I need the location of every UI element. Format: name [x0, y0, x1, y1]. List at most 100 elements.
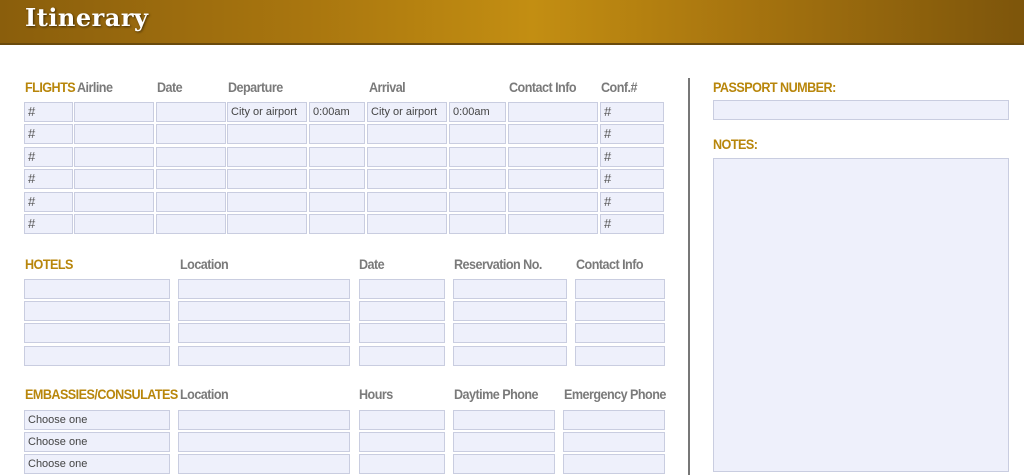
embassy-select[interactable]: Choose one — [24, 432, 170, 453]
departure-time-field[interactable] — [309, 169, 365, 190]
arrival-time-field[interactable] — [449, 169, 506, 190]
hotel-contact-field[interactable] — [575, 323, 665, 344]
departure-column-label: Departure — [228, 79, 283, 95]
embassies-section-label: EMBASSIES/CONSULATES — [25, 386, 178, 402]
airline-field[interactable] — [74, 214, 154, 234]
emergency-phone-column-label: Emergency Phone — [564, 386, 666, 402]
hotel-name-field[interactable] — [24, 323, 170, 344]
embassy-location-field[interactable] — [178, 432, 350, 453]
confirmation-number-field[interactable]: # — [600, 124, 664, 145]
arrival-city-field[interactable] — [367, 146, 447, 167]
airline-field[interactable] — [74, 191, 154, 212]
hours-field[interactable] — [359, 432, 445, 453]
embassy-select[interactable]: Choose one — [24, 454, 170, 475]
passport-number-field[interactable] — [713, 100, 1009, 120]
departure-city-field[interactable] — [227, 146, 307, 167]
confirmation-number-field[interactable]: # — [600, 191, 664, 212]
reservation-number-field[interactable] — [453, 345, 567, 366]
flight-number-field[interactable]: # — [24, 146, 73, 167]
hotel-contact-field[interactable] — [575, 345, 665, 366]
reservation-number-field[interactable] — [453, 279, 567, 299]
departure-city-field[interactable] — [227, 169, 307, 190]
flight-number-field[interactable]: # — [24, 102, 73, 122]
hotel-contact-field[interactable] — [575, 279, 665, 299]
departure-time-field[interactable] — [309, 124, 365, 145]
hours-field[interactable] — [359, 454, 445, 475]
departure-city-field[interactable] — [227, 191, 307, 212]
reservation-number-field[interactable] — [453, 323, 567, 344]
departure-city-field[interactable] — [227, 124, 307, 145]
arrival-time-field[interactable] — [449, 214, 506, 234]
hotel-location-field[interactable] — [178, 279, 350, 299]
emergency-phone-field[interactable] — [563, 410, 665, 430]
hotel-date-field[interactable] — [359, 301, 445, 322]
passport-number-label: PASSPORT NUMBER: — [713, 79, 836, 95]
hotel-location-column-label: Location — [180, 256, 229, 272]
reservation-number-field[interactable] — [453, 301, 567, 322]
arrival-city-field[interactable] — [367, 169, 447, 190]
emergency-phone-field[interactable] — [563, 432, 665, 453]
hotel-date-field[interactable] — [359, 323, 445, 344]
departure-time-field[interactable] — [309, 146, 365, 167]
departure-city-field[interactable]: City or airport — [227, 102, 307, 122]
arrival-city-field[interactable]: City or airport — [367, 102, 447, 122]
date-field[interactable] — [156, 214, 226, 234]
contact-info-field[interactable] — [508, 124, 598, 145]
contact-info-field[interactable] — [508, 146, 598, 167]
embassy-location-field[interactable] — [178, 454, 350, 475]
contact-info-field[interactable] — [508, 102, 598, 122]
airline-field[interactable] — [74, 146, 154, 167]
departure-time-field[interactable]: 0:00am — [309, 102, 365, 122]
column-divider — [688, 78, 690, 475]
flight-number-field[interactable]: # — [24, 124, 73, 145]
arrival-time-field[interactable] — [449, 191, 506, 212]
airline-field[interactable] — [74, 124, 154, 145]
contact-info-field[interactable] — [508, 191, 598, 212]
daytime-phone-field[interactable] — [453, 410, 555, 430]
hotel-name-field[interactable] — [24, 279, 170, 299]
date-field[interactable] — [156, 191, 226, 212]
hotel-date-field[interactable] — [359, 279, 445, 299]
embassy-select[interactable]: Choose one — [24, 410, 170, 430]
hotel-location-field[interactable] — [178, 345, 350, 366]
hotel-location-field[interactable] — [178, 301, 350, 322]
hotel-name-field[interactable] — [24, 345, 170, 366]
departure-time-field[interactable] — [309, 191, 365, 212]
flight-number-field[interactable]: # — [24, 191, 73, 212]
arrival-time-field[interactable]: 0:00am — [449, 102, 506, 122]
confirmation-column-label: Conf.# — [601, 79, 637, 95]
hotel-contact-field[interactable] — [575, 301, 665, 322]
hotel-date-field[interactable] — [359, 345, 445, 366]
departure-time-field[interactable] — [309, 214, 365, 234]
confirmation-number-field[interactable]: # — [600, 146, 664, 167]
flight-number-field[interactable]: # — [24, 214, 73, 234]
confirmation-number-field[interactable]: # — [600, 169, 664, 190]
arrival-time-field[interactable] — [449, 124, 506, 145]
date-field[interactable] — [156, 169, 226, 190]
airline-field[interactable] — [74, 169, 154, 190]
arrival-city-field[interactable] — [367, 214, 447, 234]
arrival-city-field[interactable] — [367, 191, 447, 212]
hotel-name-field[interactable] — [24, 301, 170, 322]
confirmation-number-field[interactable]: # — [600, 102, 664, 122]
header-bar: Itinerary — [0, 0, 1024, 45]
date-field[interactable] — [156, 102, 226, 122]
daytime-phone-field[interactable] — [453, 454, 555, 475]
flights-section-label: FLIGHTS — [25, 79, 76, 95]
airline-field[interactable] — [74, 102, 154, 122]
arrival-city-field[interactable] — [367, 124, 447, 145]
contact-info-field[interactable] — [508, 214, 598, 234]
date-field[interactable] — [156, 124, 226, 145]
emergency-phone-field[interactable] — [563, 454, 665, 475]
daytime-phone-field[interactable] — [453, 432, 555, 453]
confirmation-number-field[interactable]: # — [600, 214, 664, 234]
arrival-time-field[interactable] — [449, 146, 506, 167]
contact-info-field[interactable] — [508, 169, 598, 190]
date-field[interactable] — [156, 146, 226, 167]
embassy-location-field[interactable] — [178, 410, 350, 430]
notes-textarea[interactable] — [713, 158, 1009, 472]
departure-city-field[interactable] — [227, 214, 307, 234]
hotel-location-field[interactable] — [178, 323, 350, 344]
hours-field[interactable] — [359, 410, 445, 430]
flight-number-field[interactable]: # — [24, 169, 73, 190]
